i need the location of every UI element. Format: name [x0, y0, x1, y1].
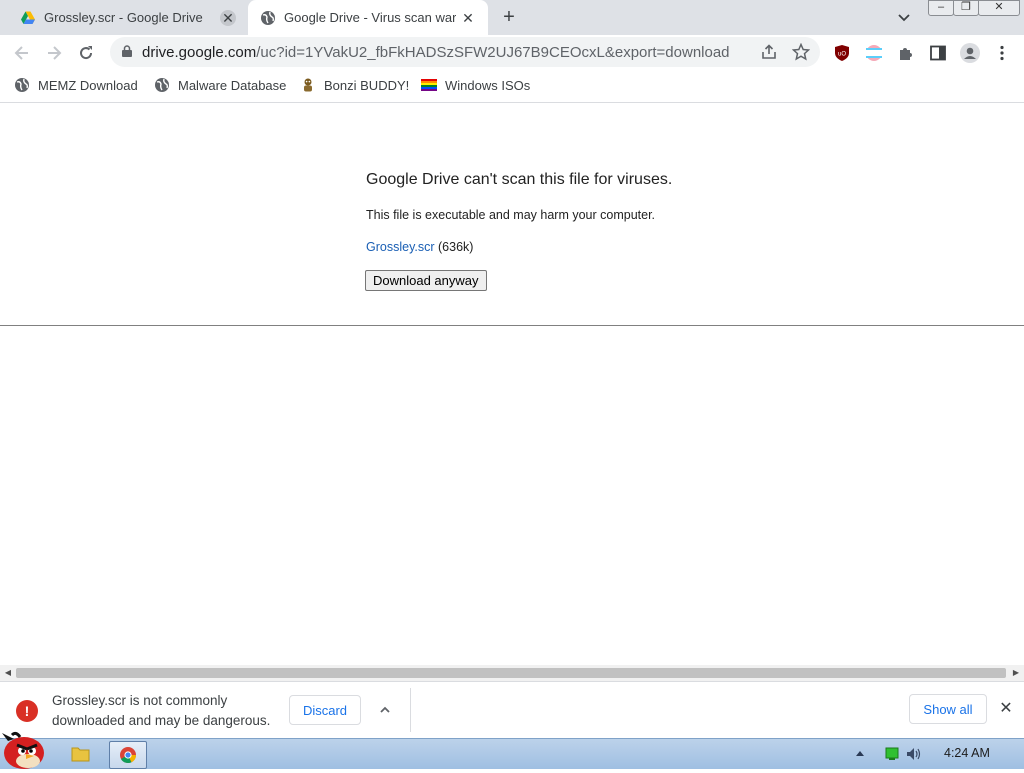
horizontal-scrollbar[interactable]: ◀ ▶: [0, 665, 1024, 681]
tab-strip: Grossley.scr - Google Drive ✕ Google Dri…: [0, 0, 1024, 35]
minimize-button[interactable]: –: [928, 0, 954, 16]
tab-virus-scan-warning[interactable]: Google Drive - Virus scan war ✕: [248, 0, 488, 35]
bookmark-label: MEMZ Download: [38, 77, 138, 93]
new-tab-button[interactable]: +: [499, 7, 519, 27]
svg-text:uO: uO: [838, 52, 846, 58]
taskbar-explorer[interactable]: [62, 741, 98, 767]
globe-icon: [261, 10, 275, 25]
system-tray: [856, 747, 921, 760]
tab-search-chevron-icon[interactable]: [896, 9, 912, 25]
url-host: drive.google.com: [142, 44, 257, 61]
warning-heading: Google Drive can't scan this file for vi…: [366, 171, 673, 188]
chrome-icon: [120, 747, 136, 764]
rainbow-flag-icon: [421, 79, 437, 91]
share-icon[interactable]: [760, 43, 778, 61]
tab-close-icon[interactable]: ✕: [220, 10, 236, 26]
close-shelf-icon[interactable]: ✕: [998, 701, 1014, 717]
ublock-origin-icon[interactable]: uO: [833, 44, 851, 62]
lock-icon: [122, 45, 132, 57]
file-size: (636k): [434, 240, 474, 254]
file-name-link[interactable]: Grossley.scr: [366, 240, 435, 254]
start-button-angry-bird-icon[interactable]: [0, 731, 52, 769]
tab-title: Grossley.scr - Google Drive: [44, 10, 203, 25]
download-warning-message: Grossley.scr is not commonly downloaded …: [52, 693, 271, 728]
bookmark-label: Bonzi BUDDY!: [324, 77, 410, 93]
bookmarks-bar: MEMZ Download Malware Database Bonzi BUD…: [0, 70, 1024, 103]
forward-icon[interactable]: [44, 43, 64, 63]
bookmark-bonzi-buddy[interactable]: Bonzi BUDDY!: [300, 76, 409, 94]
download-anyway-button[interactable]: Download anyway: [365, 270, 487, 291]
bookmark-label: Windows ISOs: [445, 77, 531, 93]
shelf-divider: [410, 688, 411, 732]
address-bar[interactable]: drive.google.com/uc?id=1YVakU2_fbFkHADSz…: [110, 37, 820, 67]
bookmark-label: Malware Database: [178, 77, 287, 93]
reload-icon[interactable]: [76, 43, 96, 63]
url-path: /uc?id=1YVakU2_fbFkHADSzSFW2UJ67B9CEOcxL…: [256, 44, 730, 61]
page-content: Google Drive can't scan this file for vi…: [0, 103, 1024, 665]
bookmark-star-icon[interactable]: [792, 43, 810, 61]
download-shelf: ! Grossley.scr is not commonly downloade…: [0, 681, 1024, 739]
tab-close-icon[interactable]: ✕: [460, 10, 476, 26]
tab-google-drive[interactable]: Grossley.scr - Google Drive ✕: [8, 0, 248, 35]
chevron-up-icon[interactable]: [377, 702, 393, 718]
taskbar: 4:24 AM: [0, 731, 1024, 769]
danger-warning-icon: !: [16, 700, 38, 722]
bonzi-icon: [304, 78, 312, 92]
chrome-menu-icon[interactable]: [993, 44, 1011, 62]
google-drive-icon: [21, 11, 35, 24]
url-text: drive.google.com/uc?id=1YVakU2_fbFkHADSz…: [142, 44, 730, 61]
browser-toolbar: drive.google.com/uc?id=1YVakU2_fbFkHADSz…: [0, 35, 1024, 70]
scroll-right-icon[interactable]: ▶: [1008, 665, 1024, 681]
show-all-button[interactable]: Show all: [909, 694, 987, 724]
bookmark-windows-isos[interactable]: Windows ISOs: [421, 76, 530, 94]
close-window-button[interactable]: ✕: [978, 0, 1020, 16]
scrollbar-thumb[interactable]: [16, 668, 1006, 678]
show-hidden-icons-icon[interactable]: [856, 751, 864, 756]
folder-icon: [71, 747, 90, 762]
network-icon[interactable]: [885, 747, 899, 759]
scroll-left-icon[interactable]: ◀: [0, 665, 16, 681]
taskbar-chrome[interactable]: [109, 741, 147, 769]
profile-avatar-icon[interactable]: [960, 43, 980, 63]
globe-icon: [155, 78, 169, 92]
pride-extension-icon[interactable]: [865, 44, 883, 62]
divider: [0, 325, 1024, 326]
warning-message: This file is executable and may harm you…: [366, 208, 656, 222]
globe-icon: [15, 78, 29, 92]
bookmark-memz-download[interactable]: MEMZ Download: [14, 76, 138, 94]
taskbar-clock[interactable]: 4:24 AM: [944, 746, 990, 760]
extensions-puzzle-icon[interactable]: [897, 44, 915, 62]
volume-icon[interactable]: [907, 748, 914, 760]
back-icon[interactable]: [12, 43, 32, 63]
side-panel-icon[interactable]: [929, 44, 947, 62]
discard-button[interactable]: Discard: [289, 695, 361, 725]
restore-button[interactable]: ❐: [953, 0, 979, 16]
tab-title: Google Drive - Virus scan war: [284, 10, 456, 25]
file-info: Grossley.scr (636k): [366, 240, 473, 254]
bookmark-malware-database[interactable]: Malware Database: [154, 76, 286, 94]
